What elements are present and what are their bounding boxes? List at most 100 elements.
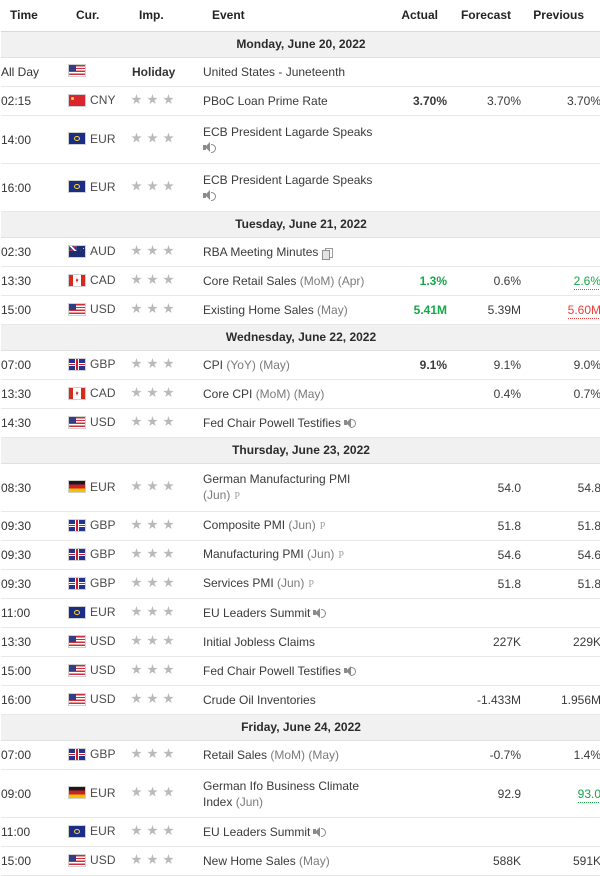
importance-stars[interactable] [131, 854, 174, 865]
event-row[interactable]: 09:00 EUR German Ifo Business Climate Index… [1, 769, 600, 818]
event-row[interactable]: 09:30 GBP Composite PMI (Jun) P 51.8 51.8 [1, 511, 600, 541]
event-row[interactable]: 07:00 GBP Retail Sales (MoM) (May) -0.7% 1.4… [1, 740, 600, 770]
speaker-icon[interactable] [203, 142, 216, 153]
event-row[interactable]: 14:30 USD Fed Chair Powell Testifies [1, 408, 600, 438]
importance-stars[interactable] [131, 519, 174, 530]
column-header-event[interactable]: Event [203, 0, 375, 32]
importance-stars[interactable] [131, 693, 174, 704]
event-name-cell[interactable]: EU Leaders Summit [203, 817, 375, 847]
importance-stars[interactable] [131, 180, 174, 192]
event-name-cell[interactable]: New Home Sales (May) [203, 846, 375, 876]
event-row[interactable]: 15:00 USD Fed Chair Powell Testifies [1, 656, 600, 686]
date-separator-row: Monday, June 20, 2022 [1, 31, 600, 58]
event-name-cell[interactable]: EU Leaders Summit [203, 598, 375, 628]
document-icon[interactable] [322, 247, 334, 260]
event-name-cell[interactable]: United States - Juneteenth [203, 57, 375, 87]
event-name-cell[interactable]: CPI (YoY) (May) [203, 350, 375, 380]
importance-stars[interactable] [131, 606, 174, 617]
speaker-icon[interactable] [343, 417, 357, 429]
column-header-importance[interactable]: Imp. [131, 0, 203, 32]
event-forecast-value: 0.6% [447, 266, 521, 296]
event-row[interactable]: 16:00 EUR ECB President Lagarde Speaks [1, 163, 600, 212]
event-row[interactable]: 13:30 CAD Core CPI (MoM) (May) 0.4% 0.7% [1, 379, 600, 409]
event-name-cell[interactable]: German Ifo Business Climate Index (Jun) [203, 769, 375, 818]
event-currency: USD [69, 295, 131, 325]
event-row[interactable]: 02:15 CNY PBoC Loan Prime Rate 3.70% 3.70% 3.… [1, 86, 600, 116]
importance-stars[interactable] [131, 786, 174, 798]
importance-stars[interactable] [131, 274, 174, 285]
event-name-cell[interactable]: ECB President Lagarde Speaks [203, 163, 375, 212]
event-row[interactable]: 11:00 EUR EU Leaders Summit [1, 817, 600, 847]
event-name-cell[interactable]: Manufacturing PMI (Jun) P [203, 540, 375, 570]
importance-stars[interactable] [131, 825, 174, 836]
currency-cell: CNY [69, 93, 116, 107]
speaker-icon[interactable] [313, 607, 326, 619]
column-header-time[interactable]: Time [1, 0, 69, 32]
event-row[interactable]: 13:30 USD Initial Jobless Claims 227K 229K [1, 627, 600, 657]
event-row[interactable]: 13:30 CAD Core Retail Sales (MoM) (Apr) 1.3… [1, 266, 600, 296]
importance-stars[interactable] [131, 635, 174, 646]
event-name-cell[interactable]: Composite PMI (Jun) P [203, 511, 375, 541]
event-name-cell[interactable]: German Manufacturing PMI (Jun) P [203, 463, 375, 512]
star-icon [131, 606, 142, 617]
event-previous-value: 9.0% [521, 350, 600, 380]
importance-stars[interactable] [131, 416, 174, 427]
event-name-cell[interactable]: RBA Meeting Minutes [203, 237, 375, 267]
importance-stars[interactable] [131, 358, 174, 369]
event-name-cell[interactable]: Fed Chair Powell Testifies [203, 656, 375, 686]
event-time: 08:30 [1, 463, 69, 512]
speaker-icon[interactable] [313, 826, 326, 838]
event-name-cell[interactable]: Existing Home Sales (May) [203, 295, 375, 325]
event-row[interactable]: 09:30 GBP Manufacturing PMI (Jun) P 54.6 54.6 [1, 540, 600, 570]
event-name-cell[interactable]: Core CPI (MoM) (May) [203, 379, 375, 409]
event-name-cell[interactable]: Services PMI (Jun) P [203, 569, 375, 599]
event-currency: EUR [69, 115, 131, 164]
event-row[interactable]: 09:30 GBP Services PMI (Jun) P 51.8 51.8 [1, 569, 600, 599]
importance-stars[interactable] [131, 94, 174, 105]
event-row[interactable]: 07:00 GBP CPI (YoY) (May) 9.1% 9.1% 9.0% [1, 350, 600, 380]
event-row[interactable]: 08:30 EUR German Manufacturing PMI (Jun) P 54… [1, 463, 600, 512]
column-header-actual[interactable]: Actual [375, 0, 447, 32]
speaker-icon[interactable] [343, 665, 357, 677]
event-previous-value [521, 163, 600, 212]
star-icon [147, 480, 158, 491]
currency-code: EUR [90, 605, 116, 620]
event-row[interactable]: 16:00 USD Crude Oil Inventories -1.433M 1.95… [1, 685, 600, 715]
column-header-currency[interactable]: Cur. [69, 0, 131, 32]
event-name-cell[interactable]: Fed Chair Powell Testifies [203, 408, 375, 438]
speaker-icon[interactable] [203, 190, 216, 201]
event-importance [131, 463, 203, 512]
importance-stars[interactable] [131, 245, 174, 256]
event-name-cell[interactable]: Crude Oil Inventories [203, 685, 375, 715]
event-importance [131, 846, 203, 876]
column-header-forecast[interactable]: Forecast [447, 0, 521, 32]
importance-stars[interactable] [131, 748, 174, 759]
importance-stars[interactable] [131, 480, 174, 492]
event-row[interactable]: 14:00 EUR ECB President Lagarde Speaks [1, 115, 600, 164]
event-name-cell[interactable]: Initial Jobless Claims [203, 627, 375, 657]
event-time: 14:00 [1, 115, 69, 164]
event-period: (Jun) [277, 576, 305, 590]
importance-stars[interactable] [131, 664, 174, 675]
importance-stars[interactable] [131, 303, 174, 314]
event-row[interactable]: All Day Holiday United States - Juneteenth [1, 57, 600, 87]
event-actual-value [375, 379, 447, 409]
event-currency: CAD [69, 379, 131, 409]
event-row[interactable]: 15:00 USD New Home Sales (May) 588K 591K [1, 846, 600, 876]
importance-stars[interactable] [131, 577, 174, 588]
event-row[interactable]: 11:00 EUR EU Leaders Summit [1, 598, 600, 628]
importance-stars[interactable] [131, 548, 174, 559]
importance-stars[interactable] [131, 132, 174, 144]
event-name-cell[interactable]: Retail Sales (MoM) (May) [203, 740, 375, 770]
event-name-cell[interactable]: PBoC Loan Prime Rate [203, 86, 375, 116]
event-row[interactable]: 15:00 USD Existing Home Sales (May) 5.41M 5.… [1, 295, 600, 325]
event-name-cell[interactable]: ECB President Lagarde Speaks [203, 115, 375, 164]
column-header-previous[interactable]: Previous [521, 0, 600, 32]
event-name-cell[interactable]: Core Retail Sales (MoM) (Apr) [203, 266, 375, 296]
importance-stars[interactable] [131, 387, 174, 398]
star-icon [131, 786, 142, 797]
star-icon [131, 387, 142, 398]
event-row[interactable]: 02:30 AUD RBA Meeting Minutes [1, 237, 600, 267]
event-title: German Ifo Business Climate [203, 778, 360, 793]
currency-code: GBP [90, 576, 116, 591]
